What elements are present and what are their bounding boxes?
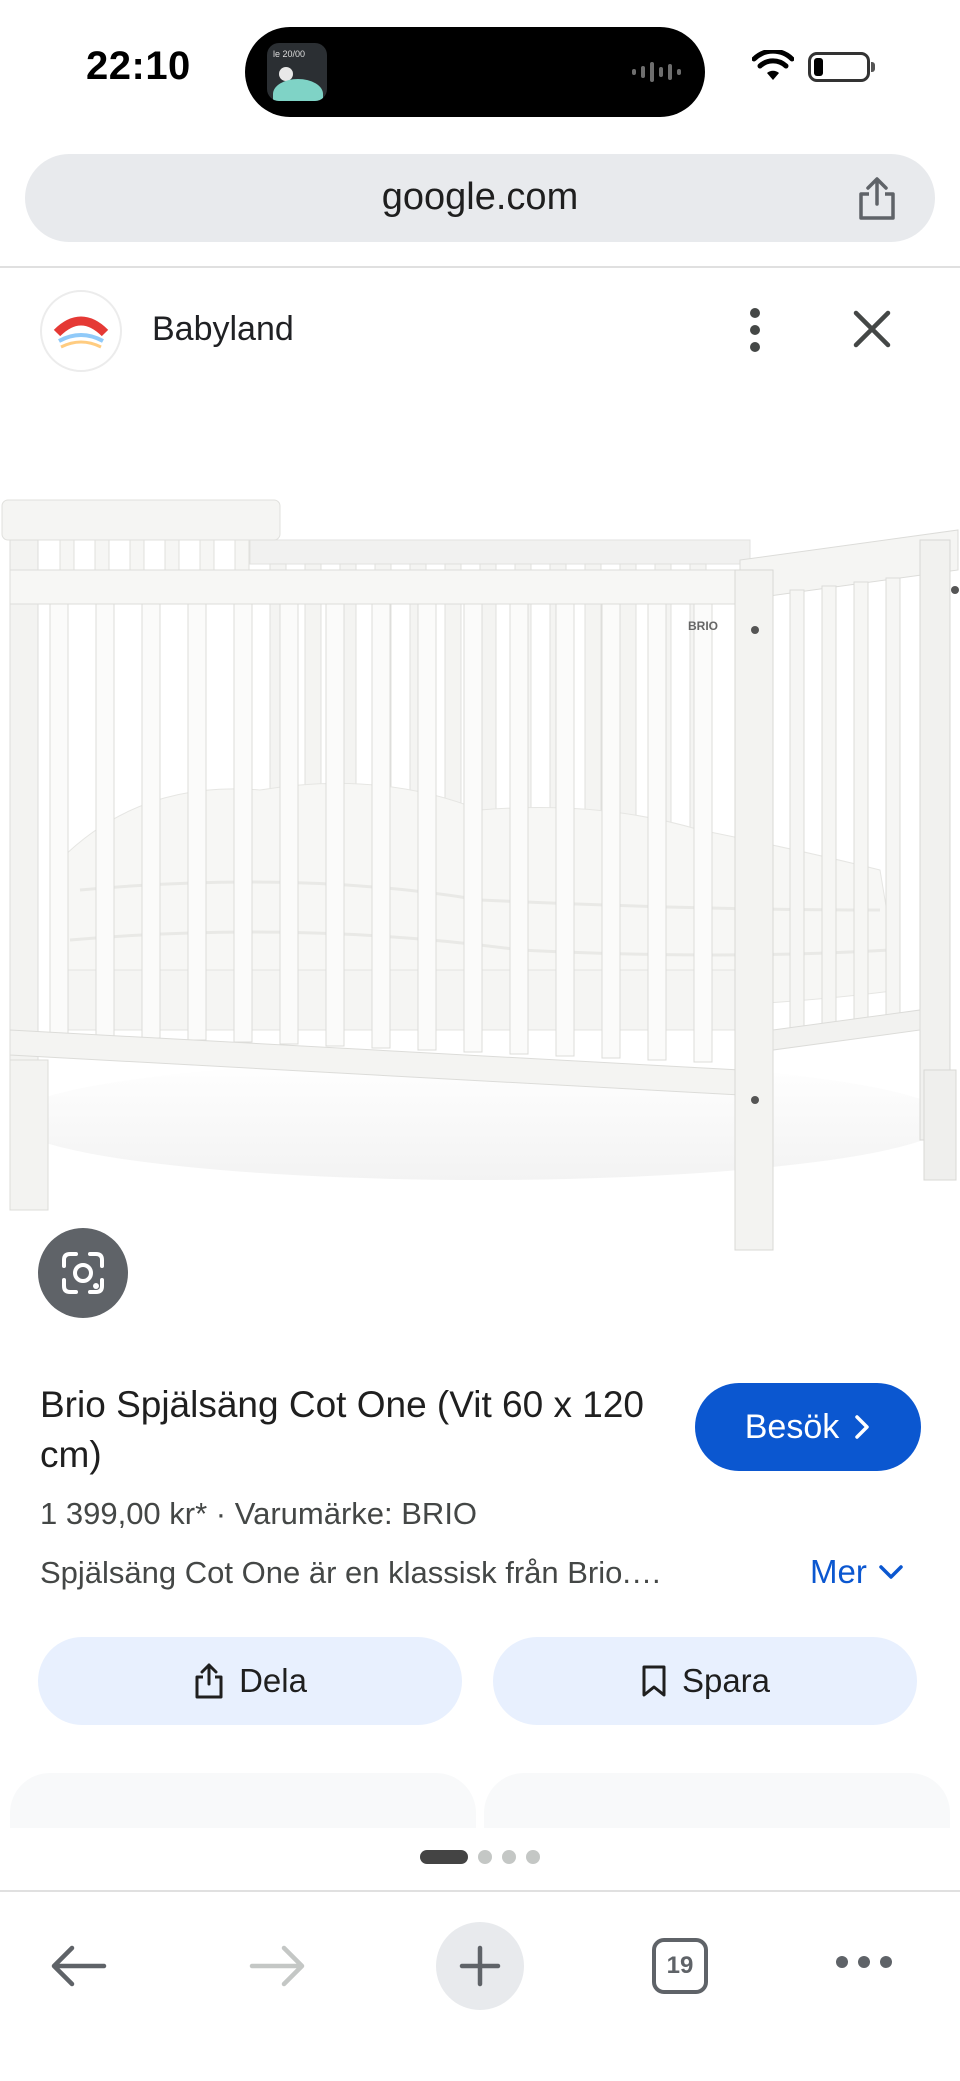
island-thumbnail-text: le 20/00 bbox=[273, 49, 306, 59]
carousel-dot-active bbox=[420, 1850, 468, 1864]
share-button[interactable]: Dela bbox=[38, 1637, 462, 1725]
price-brand-line: 1 399,00 kr* · Varumärke: BRIO bbox=[40, 1496, 478, 1531]
carousel-dot bbox=[478, 1850, 492, 1864]
bookmark-icon bbox=[642, 1665, 666, 1697]
more-horiz-icon[interactable] bbox=[836, 1956, 892, 1968]
carousel-dot bbox=[526, 1850, 540, 1864]
related-card[interactable] bbox=[484, 1773, 950, 1833]
babyland-logo bbox=[53, 316, 109, 349]
back-arrow-icon[interactable] bbox=[48, 1944, 108, 1988]
source-name[interactable]: Babyland bbox=[152, 310, 294, 349]
more-vert-icon[interactable] bbox=[740, 305, 770, 355]
audio-wave-icon bbox=[632, 60, 681, 84]
lens-button[interactable] bbox=[38, 1228, 128, 1318]
chevron-down-icon bbox=[879, 1565, 903, 1579]
close-icon[interactable] bbox=[850, 307, 894, 351]
dynamic-island: le 20/00 bbox=[245, 27, 705, 117]
share-icon[interactable] bbox=[855, 176, 899, 222]
browser-toolbar: 19 bbox=[0, 1892, 960, 2081]
product-description: Spjälsäng Cot One är en klassisk från Br… bbox=[40, 1555, 662, 1590]
related-card[interactable] bbox=[10, 1773, 476, 1833]
address-bar[interactable]: google.com bbox=[25, 154, 935, 242]
visit-button-label: Besök bbox=[744, 1407, 840, 1446]
product-image[interactable]: BRIO bbox=[0, 470, 960, 1260]
status-time: 22:10 bbox=[86, 44, 191, 88]
wifi-icon bbox=[752, 50, 794, 80]
more-button[interactable]: Mer bbox=[810, 1553, 905, 1591]
battery-icon bbox=[808, 52, 875, 82]
visit-button[interactable]: Besök bbox=[695, 1383, 921, 1471]
status-bar: 22:10 le 20/00 bbox=[0, 0, 960, 140]
lens-icon bbox=[62, 1252, 104, 1294]
new-tab-button[interactable] bbox=[436, 1922, 524, 2010]
product-title: Brio Spjälsäng Cot One (Vit 60 x 120 cm) bbox=[40, 1384, 644, 1475]
share-button-label: Dela bbox=[239, 1662, 307, 1699]
island-thumbnail: le 20/00 bbox=[267, 43, 327, 101]
divider bbox=[0, 266, 960, 268]
source-logo[interactable] bbox=[40, 290, 122, 372]
plus-icon bbox=[459, 1945, 501, 1987]
tab-count: 19 bbox=[666, 1952, 694, 1979]
url-text[interactable]: google.com bbox=[25, 176, 935, 219]
brand-tag: BRIO bbox=[688, 619, 718, 633]
chevron-right-icon bbox=[855, 1415, 869, 1439]
save-button[interactable]: Spara bbox=[493, 1637, 917, 1725]
forward-arrow-icon[interactable] bbox=[248, 1944, 308, 1988]
tabs-button[interactable]: 19 bbox=[652, 1938, 708, 1994]
more-button-label: Mer bbox=[810, 1553, 867, 1590]
save-button-label: Spara bbox=[681, 1662, 771, 1699]
carousel-dot bbox=[502, 1850, 516, 1864]
share-icon bbox=[195, 1663, 223, 1699]
carousel-indicator bbox=[0, 1850, 960, 1864]
